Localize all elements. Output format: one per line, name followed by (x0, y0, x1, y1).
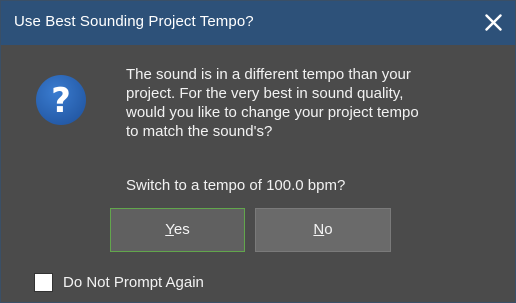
close-icon (485, 14, 502, 31)
title-bar: Use Best Sounding Project Tempo? (1, 1, 515, 45)
do-not-prompt-row[interactable]: Do Not Prompt Again (34, 271, 204, 293)
tempo-prompt: Switch to a tempo of 100.0 bpm? (126, 177, 346, 194)
dialog-message: The sound is in a different tempo than y… (126, 66, 419, 140)
dialog-title: Use Best Sounding Project Tempo? (14, 13, 254, 30)
no-accelerator: N (313, 221, 325, 238)
yes-label: es (173, 221, 190, 238)
no-label: o (324, 221, 333, 238)
svg-text:?: ? (51, 81, 71, 121)
no-button[interactable]: No (255, 208, 391, 252)
do-not-prompt-checkbox[interactable] (34, 272, 53, 292)
close-button[interactable] (471, 1, 515, 45)
do-not-prompt-label[interactable]: Do Not Prompt Again (63, 274, 204, 291)
question-icon: ? (35, 74, 87, 126)
tempo-dialog: Use Best Sounding Project Tempo? ? The s… (0, 0, 516, 303)
yes-accelerator: Y (165, 221, 174, 238)
yes-button[interactable]: Yes (110, 208, 245, 252)
